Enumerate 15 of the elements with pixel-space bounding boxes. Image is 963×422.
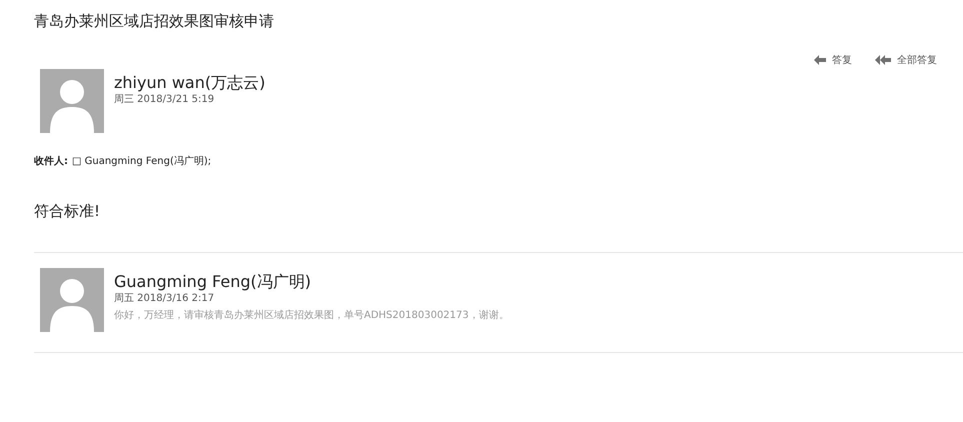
reply-button[interactable]: 答复 [811,51,854,69]
message-body: 符合标准! [34,202,963,253]
avatar-icon [40,268,104,332]
sender-name: Guangming Feng(冯广明) [114,272,312,292]
sent-date: 周五 2018/3/16 2:17 [114,292,216,306]
message-preview: 你好，万经理，请审核青岛办莱州区域店招效果图，单号ADHS201803002173，谢谢。 [114,308,509,323]
double-left-arrow-icon [874,54,892,66]
sent-date: 周三 2018/3/21 5:19 [114,93,216,107]
recipients-label: 收件人: [34,154,68,168]
recipient: □ Guangming Feng(冯广明); [72,154,212,168]
reply-all-button[interactable]: 全部答复 [872,51,939,69]
avatar-icon [40,69,104,133]
sender-name: zhiyun wan(万志云) [114,73,266,93]
email-subject: 青岛办莱州区域店招效果图审核申请 [34,11,275,32]
left-arrow-icon [813,54,827,66]
